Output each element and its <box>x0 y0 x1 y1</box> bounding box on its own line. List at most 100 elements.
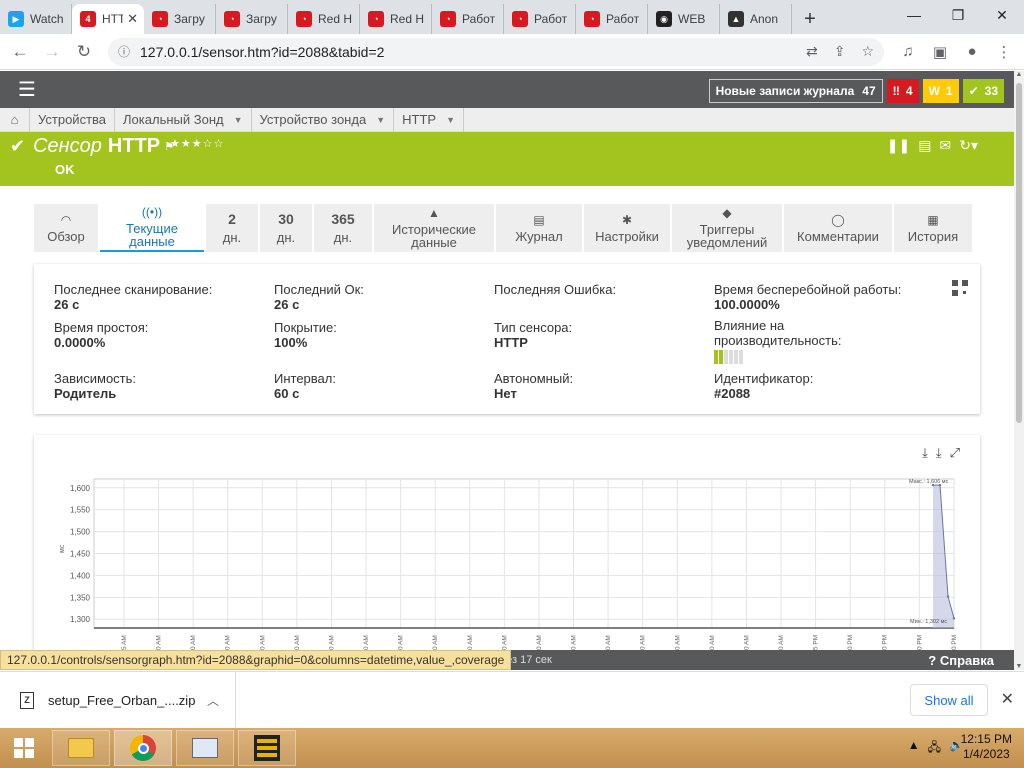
back-icon[interactable]: ← <box>4 36 36 68</box>
bookmark-star-icon[interactable]: ☆ <box>861 43 874 60</box>
tray-expand-icon[interactable]: ▲ <box>908 738 920 759</box>
browser-tab[interactable]: 4 HTTP✕ <box>72 4 144 34</box>
pause-icon[interactable]: ❚❚ <box>887 137 910 154</box>
interval-label: Интервал: <box>274 371 336 386</box>
breadcrumb-item[interactable]: Локальный Зонд ▼ <box>115 107 252 132</box>
x-tick-label: 0 AM <box>536 635 543 650</box>
help-link[interactable]: ? Справка <box>928 653 994 668</box>
home-icon[interactable]: ⌂ <box>0 107 30 132</box>
x-tick-label: 0 AM <box>225 635 232 650</box>
browser-tab[interactable]: ◔ Работ <box>432 4 504 34</box>
browser-tab[interactable]: ▲ Anon <box>720 4 792 34</box>
gear-icon: ✱ <box>621 212 633 227</box>
close-tab-icon[interactable]: ✕ <box>127 11 138 27</box>
close-icon[interactable]: ✕ <box>1001 689 1014 709</box>
browser-tab[interactable]: ◔ Загру <box>216 4 288 34</box>
priority-stars[interactable]: ★★★☆☆ <box>170 137 224 150</box>
interval-value: 60 с <box>274 386 300 401</box>
browser-tab[interactable]: ◔ Red H <box>360 4 432 34</box>
start-button[interactable] <box>0 728 48 768</box>
download-item[interactable]: Z setup_Free_Orban_....zip ︿ <box>0 672 236 728</box>
scrollbar-thumb[interactable] <box>1016 83 1022 423</box>
tab-label: История <box>907 228 959 244</box>
tab-9[interactable]: ◯ Комментарии <box>784 204 892 252</box>
zip-file-icon: Z <box>20 691 34 709</box>
alarms-badge[interactable]: ‼ 4 <box>886 79 919 103</box>
sensor-id-label: Идентификатор: <box>714 371 814 386</box>
minimize-icon[interactable]: — <box>892 0 936 30</box>
translate-icon[interactable]: ⇄ <box>806 43 818 60</box>
chevron-down-icon[interactable]: ▼ <box>446 108 455 132</box>
taskbar-chrome[interactable] <box>114 730 172 766</box>
url-bar[interactable]: ⓘ 127.0.0.1/sensor.htm?id=2088&tabid=2 ⇄… <box>108 37 884 66</box>
browser-tab[interactable]: ▶ Watch <box>0 4 72 34</box>
side-panel-icon[interactable]: ▣ <box>924 36 956 68</box>
window-controls: — ❐ ✕ <box>892 0 1024 30</box>
network-icon[interactable]: 🖧 <box>928 738 941 759</box>
restore-icon[interactable]: ❐ <box>936 0 980 30</box>
report-icon[interactable]: ▤ <box>918 137 931 154</box>
browser-tab[interactable]: ◉ WEB <box>648 4 720 34</box>
breadcrumb-item[interactable]: HTTP ▼ <box>394 107 464 132</box>
new-tab-button[interactable]: + <box>792 4 828 34</box>
response-time-chart: 1,600 1,550 1,500 1,450 1,400 1,350 1,300 5 AM… <box>59 478 958 650</box>
browser-tab[interactable]: ◔ Работ <box>576 4 648 34</box>
tab-2[interactable]: 2 дн. <box>206 204 258 252</box>
forward-icon[interactable]: → <box>36 36 68 68</box>
refresh-icon[interactable]: ↻▾ <box>959 137 978 154</box>
tab-label-line2: данные <box>129 234 175 249</box>
favicon-icon: ◔ <box>512 11 528 27</box>
info-icon[interactable]: ⓘ <box>118 43 130 60</box>
sensor-type-value: HTTP <box>494 335 528 350</box>
menu-dots-icon[interactable]: ⋮ <box>988 36 1020 68</box>
tab-8[interactable]: ◆ Триггеры уведомлений <box>672 204 782 252</box>
profile-icon[interactable]: ● <box>956 36 988 68</box>
tab-7[interactable]: ✱ Настройки <box>584 204 670 252</box>
x-tick-label: 0 PM <box>882 635 889 650</box>
taskbar-monitor-app[interactable] <box>176 730 234 766</box>
warnings-badge[interactable]: W 1 <box>922 79 959 103</box>
tab-10[interactable]: ▦ История <box>894 204 972 252</box>
browser-tab[interactable]: ◔ Red H <box>288 4 360 34</box>
page-scrollbar[interactable]: ▲ ▼ <box>1014 71 1024 670</box>
email-icon[interactable]: ✉ <box>940 137 952 154</box>
impact-bar-segment <box>714 350 718 364</box>
tab-3[interactable]: 30 дн. <box>260 204 312 252</box>
show-all-button[interactable]: Show all <box>910 684 988 716</box>
browser-tab[interactable]: ◔ Работ <box>504 4 576 34</box>
breadcrumb-item[interactable]: Устройства <box>30 107 116 132</box>
close-window-icon[interactable]: ✕ <box>980 0 1024 30</box>
chevron-down-icon[interactable]: ▼ <box>376 108 385 132</box>
content-tabs: ◠ Обзор ((•)) Текущие данные 2 дн. 30 дн. 365 дн. ▲… <box>34 204 984 252</box>
dependency-value[interactable]: Родитель <box>54 386 136 401</box>
x-tick-label: 0 AM <box>190 635 197 650</box>
check-icon: ✔ <box>968 84 979 98</box>
chevron-down-icon[interactable]: ▼ <box>234 108 243 132</box>
tab-4[interactable]: 365 дн. <box>314 204 372 252</box>
chevron-up-icon[interactable]: ︿ <box>207 692 219 709</box>
tab-1[interactable]: ((•)) Текущие данные <box>100 204 204 252</box>
browser-tab-title: Red H <box>318 12 353 26</box>
share-icon[interactable]: ⇪ <box>834 43 846 60</box>
tab-6[interactable]: ▤ Журнал <box>496 204 582 252</box>
ok-badge[interactable]: ✔ 33 <box>962 79 1004 103</box>
browser-tab[interactable]: ◔ Загру <box>144 4 216 34</box>
taskbar-file-explorer[interactable] <box>52 730 110 766</box>
x-tick-label: 0 PM <box>847 635 854 650</box>
favicon-icon: ▶ <box>8 11 24 27</box>
browser-tab-title: Anon <box>750 12 779 26</box>
tab-5[interactable]: ▲ Исторические данные <box>374 204 494 252</box>
y-tick-label: 1,350 <box>70 593 91 602</box>
taskbar-app[interactable] <box>238 730 296 766</box>
reload-icon[interactable]: ↻ <box>68 36 100 68</box>
system-clock[interactable]: 12:15 PM 1/4/2023 <box>961 732 1012 762</box>
new-log-entries-button[interactable]: Новые записи журнала 47 <box>708 79 883 103</box>
scroll-up-icon[interactable]: ▲ <box>1014 71 1024 78</box>
system-tray: ▲ 🖧 🔈 <box>908 738 964 759</box>
scroll-down-icon[interactable]: ▼ <box>1014 663 1024 670</box>
breadcrumb-item[interactable]: Устройство зонда ▼ <box>252 107 395 132</box>
media-control-icon[interactable]: ♫ <box>892 36 924 68</box>
hamburger-menu-icon[interactable]: ☰ <box>18 77 36 102</box>
tab-0[interactable]: ◠ Обзор <box>34 204 98 252</box>
qr-code-icon[interactable] <box>952 280 968 296</box>
